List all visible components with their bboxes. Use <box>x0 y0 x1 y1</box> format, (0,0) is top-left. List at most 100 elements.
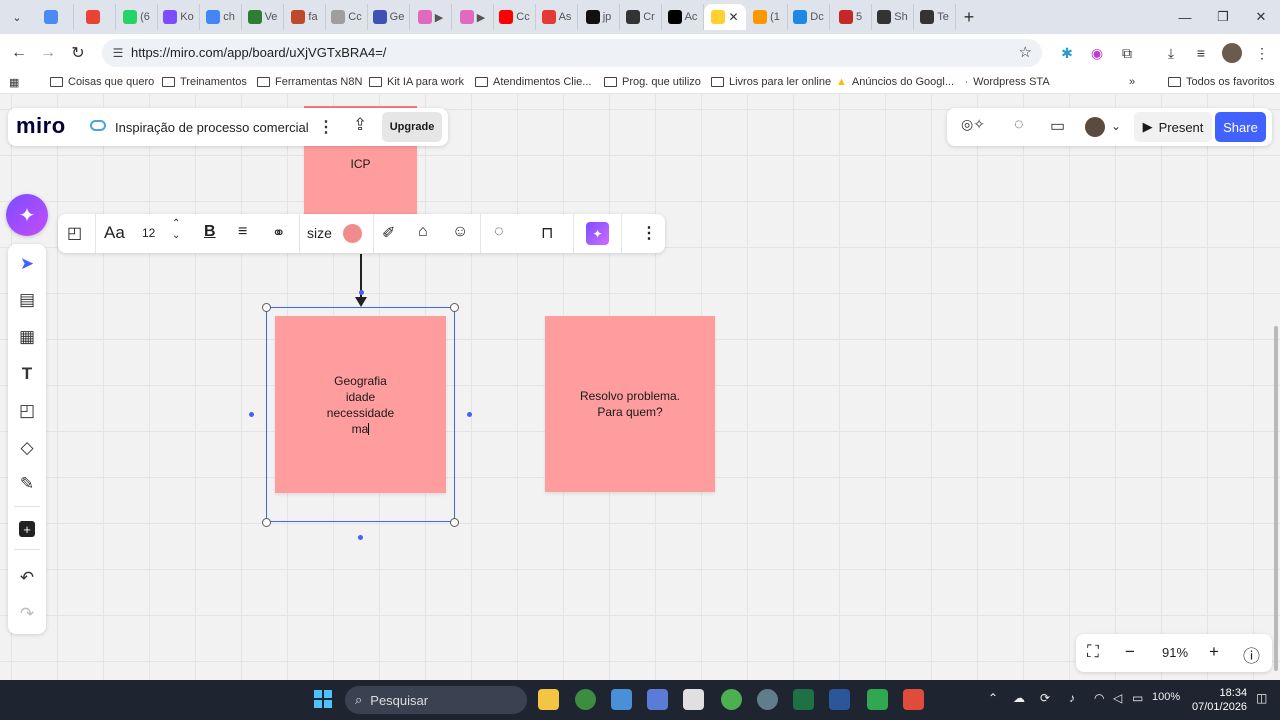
resize-handle-top-right[interactable] <box>450 303 459 312</box>
close-window-button[interactable]: ✕ <box>1242 0 1280 34</box>
bookmark-link[interactable]: ∙ Wordpress STA <box>965 76 1050 88</box>
address-bar[interactable]: ☰ https://miro.com/app/board/uXjVGTxBRA4… <box>102 39 1042 67</box>
bookmark-folder[interactable]: Ferramentas N8N <box>257 76 362 88</box>
snipping-tool-icon[interactable] <box>683 689 704 710</box>
windows-start-icon[interactable] <box>314 690 332 708</box>
system-clock[interactable]: 18:34 07/01/2026 <box>1192 686 1247 714</box>
site-info-icon[interactable]: ☰ <box>110 45 126 61</box>
connection-point-left[interactable] <box>249 412 254 417</box>
bold-icon[interactable]: B <box>204 223 216 241</box>
url-text[interactable]: https://miro.com/app/board/uXjVGTxBRA4=/ <box>131 45 386 60</box>
browser-tab[interactable]: ▶ <box>410 4 452 30</box>
zoom-in-icon[interactable]: + <box>1209 642 1219 662</box>
ai-assist-icon[interactable]: ✦ <box>586 222 609 245</box>
download-icon[interactable]: ⤓ <box>1161 43 1181 63</box>
browser-tab[interactable]: Dc <box>788 4 830 30</box>
comment-icon[interactable]: ◌ <box>494 223 504 241</box>
volume-icon[interactable]: ◁ <box>1113 691 1122 705</box>
zoom-out-icon[interactable]: − <box>1125 642 1135 662</box>
chrome-menu-icon[interactable]: ⋮ <box>1252 43 1272 63</box>
sync-icon[interactable]: ⟳ <box>1040 691 1050 705</box>
emoji-reaction-icon[interactable]: ☺ <box>452 223 468 241</box>
browser-tab[interactable] <box>32 4 74 30</box>
word-icon[interactable] <box>829 689 850 710</box>
pen-icon[interactable]: ✐ <box>382 223 395 243</box>
file-explorer-icon[interactable] <box>538 689 559 710</box>
bookmark-folder[interactable]: Atendimentos Clie... <box>475 76 591 88</box>
maximize-button[interactable]: ❐ <box>1204 0 1242 34</box>
browser-tab[interactable]: Sh <box>872 4 914 30</box>
chrome-profile-icon[interactable] <box>721 689 742 710</box>
sticky-note-tool-icon[interactable]: ◰ <box>8 395 46 427</box>
frame-tool-icon[interactable]: ▦ <box>8 321 46 353</box>
size-label[interactable]: size <box>307 225 332 241</box>
media-control-icon[interactable]: ≡ <box>1191 43 1211 63</box>
battery-icon[interactable]: ▭ <box>1132 691 1143 705</box>
notepad-icon[interactable] <box>611 689 632 710</box>
more-options-icon[interactable]: ⋮ <box>641 223 657 243</box>
notifications-icon[interactable]: ◫ <box>1256 691 1267 705</box>
bookmark-star-icon[interactable]: ☆ <box>1019 43 1032 61</box>
ai-sparkle-icon[interactable]: ✦ <box>6 194 48 236</box>
board-canvas[interactable]: ICP Geografia idade necessidade ma Resol… <box>0 94 1280 680</box>
font-size-value[interactable]: 12 <box>142 226 155 240</box>
extension-icon[interactable]: ◉ <box>1087 43 1107 63</box>
sticky-type-icon[interactable]: ◰ <box>67 223 82 243</box>
resize-handle-bottom-right[interactable] <box>450 518 459 527</box>
camtasia-green-icon[interactable] <box>867 689 888 710</box>
browser-tab[interactable]: Cc <box>494 4 536 30</box>
help-icon[interactable]: ⓘ <box>1243 642 1260 667</box>
browser-tab[interactable]: fa <box>284 4 326 30</box>
chevron-down-icon[interactable]: ⌄ <box>1111 119 1121 133</box>
bookmark-link[interactable]: ▲ Anúncios do Googl... <box>836 76 954 88</box>
browser-tab[interactable]: Ac <box>662 4 704 30</box>
templates-icon[interactable]: ▤ <box>8 284 46 316</box>
close-tab-icon[interactable]: ✕ <box>728 10 738 24</box>
pen-tool-icon[interactable]: ✎ <box>8 468 46 500</box>
color-picker-swatch[interactable] <box>343 224 362 243</box>
reload-button[interactable]: ↻ <box>67 42 89 64</box>
font-icon[interactable]: Aa <box>104 223 125 243</box>
browser-tab[interactable]: Ge <box>368 4 410 30</box>
video-call-icon[interactable]: ▭ <box>1050 116 1065 136</box>
browser-tab[interactable]: (1 <box>746 4 788 30</box>
sticky-note[interactable]: Resolvo problema. Para quem? <box>545 316 715 492</box>
browser-tab[interactable]: Ko <box>158 4 200 30</box>
undo-icon[interactable]: ↶ <box>8 562 46 594</box>
microphone-icon[interactable]: ♪ <box>1069 691 1075 705</box>
profile-avatar[interactable] <box>1222 43 1242 63</box>
connection-point-right[interactable] <box>467 412 472 417</box>
camtasia-red-icon[interactable] <box>903 689 924 710</box>
back-button[interactable]: ← <box>8 42 30 64</box>
bookmark-folder[interactable]: Prog. que utilizo <box>604 76 701 88</box>
new-tab-button[interactable]: + <box>956 4 982 30</box>
tab-search-button[interactable]: ⌄ <box>6 6 28 28</box>
browser-tab[interactable]: As <box>536 4 578 30</box>
apps-grid-icon[interactable]: ▦ <box>9 76 19 89</box>
tray-chevron-icon[interactable]: ⌃ <box>988 691 998 705</box>
wifi-icon[interactable]: ◠ <box>1094 691 1104 705</box>
text-tool-icon[interactable]: T <box>8 358 46 390</box>
browser-tab[interactable]: Cc <box>326 4 368 30</box>
browser-tab[interactable]: (6 <box>116 4 158 30</box>
fit-to-screen-icon[interactable]: ⛶ <box>1087 642 1099 662</box>
bookmark-folder[interactable]: Kit IA para work <box>369 76 464 88</box>
extensions-puzzle-icon[interactable]: ⧉ <box>1117 43 1137 63</box>
miro-logo[interactable]: miro <box>16 113 66 139</box>
link-icon[interactable]: ⚭ <box>272 223 285 243</box>
align-center-icon[interactable]: ≡ <box>238 223 247 241</box>
user-avatar[interactable] <box>1085 117 1105 137</box>
zoom-level[interactable]: 91% <box>1162 645 1188 660</box>
browser-tab-active[interactable]: ✕ <box>704 4 746 30</box>
shapes-tool-icon[interactable]: ◇ <box>8 432 46 464</box>
share-button[interactable]: Share <box>1215 112 1266 142</box>
bookmark-folder[interactable]: Coisas que quero <box>50 76 154 88</box>
connection-point-bottom[interactable] <box>358 535 363 540</box>
extension-icon[interactable]: ✱ <box>1057 43 1077 63</box>
all-bookmarks-folder[interactable]: Todos os favoritos <box>1168 76 1275 88</box>
redo-icon[interactable]: ↷ <box>8 598 46 630</box>
comments-icon[interactable]: ◌ <box>1014 116 1024 134</box>
select-tool-icon[interactable]: ➤ <box>8 248 46 280</box>
board-menu-icon[interactable]: ⋮ <box>318 117 334 137</box>
upgrade-button[interactable]: Upgrade <box>382 112 442 142</box>
